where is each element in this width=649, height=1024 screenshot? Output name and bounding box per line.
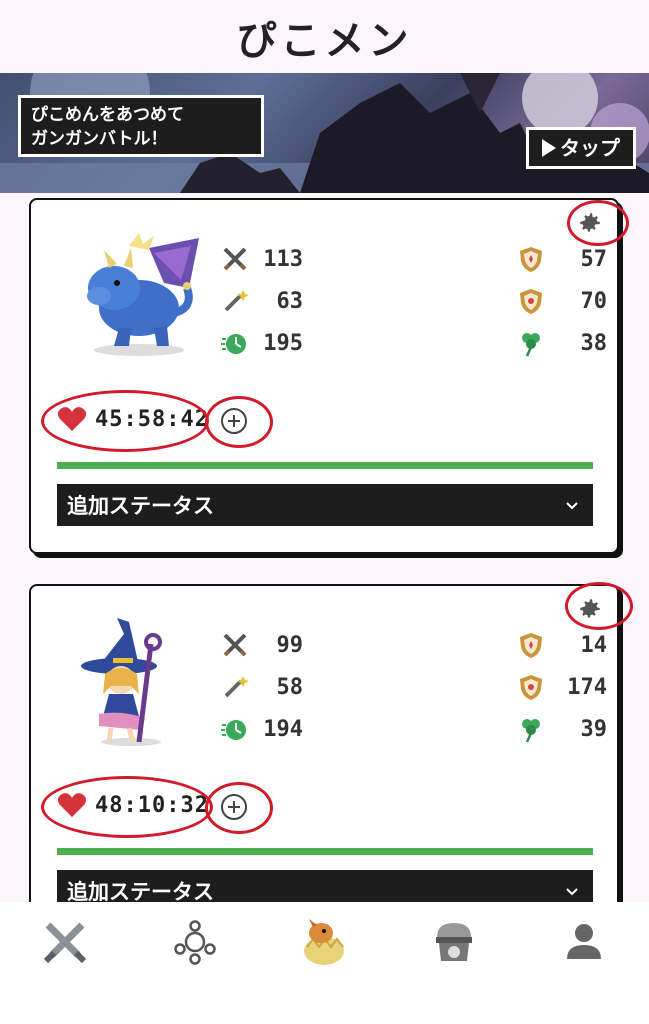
magic-wand-icon bbox=[224, 290, 249, 312]
stat-value: 39 bbox=[580, 716, 608, 742]
tap-button[interactable]: タップ bbox=[526, 127, 636, 169]
speed-icon bbox=[221, 720, 246, 740]
stat-value: 58 bbox=[276, 674, 304, 700]
stat-value: 194 bbox=[263, 716, 303, 742]
add-hp-button[interactable] bbox=[221, 794, 247, 820]
gear-icon[interactable] bbox=[577, 596, 603, 622]
magic-wand-icon bbox=[224, 676, 249, 698]
extra-status-dropdown[interactable]: 追加ステータス bbox=[57, 484, 593, 526]
bottom-nav bbox=[0, 902, 649, 1024]
magic-shield-icon bbox=[520, 289, 542, 314]
nav-monster[interactable] bbox=[294, 912, 354, 972]
stat-speed: 195 bbox=[221, 322, 303, 364]
stat-luck: 39 bbox=[517, 708, 607, 750]
clover-icon bbox=[522, 719, 540, 743]
add-hp-button[interactable] bbox=[221, 408, 247, 434]
app-title: ぴこメン bbox=[236, 18, 413, 64]
banner-line-1: ぴこめんをあつめて bbox=[31, 105, 184, 125]
hp-time-text: 48:10:32 bbox=[95, 792, 209, 818]
banner-message: ぴこめんをあつめて ガンガンバトル！ bbox=[18, 95, 264, 157]
hp-timer: 48:10:32 bbox=[57, 792, 209, 818]
stat-value: 38 bbox=[580, 330, 608, 356]
sword-icon bbox=[223, 247, 247, 271]
chevron-down-icon bbox=[566, 502, 578, 510]
hp-timer: 45:58:42 bbox=[57, 406, 209, 432]
party-nav-icon bbox=[173, 920, 216, 965]
profile-nav-icon bbox=[567, 924, 602, 959]
stat-value: 14 bbox=[580, 632, 608, 658]
clover-icon bbox=[522, 333, 540, 357]
heart-icon bbox=[57, 793, 87, 817]
shield-icon bbox=[520, 247, 542, 272]
stat-value: 57 bbox=[580, 246, 608, 272]
defense-stats: 14 174 39 bbox=[517, 624, 607, 750]
monster-nav-icon bbox=[304, 919, 345, 965]
stat-defense: 57 bbox=[517, 238, 607, 280]
stat-magic: 63 bbox=[221, 280, 303, 322]
stat-luck: 38 bbox=[517, 322, 607, 364]
witch-avatar bbox=[81, 618, 162, 746]
stat-value: 99 bbox=[276, 632, 304, 658]
stat-magic-defense: 174 bbox=[517, 666, 607, 708]
nav-gacha[interactable] bbox=[424, 912, 484, 972]
tap-label: タップ bbox=[560, 136, 620, 160]
stat-value: 63 bbox=[276, 288, 304, 314]
stat-attack: 113 bbox=[221, 238, 303, 280]
stat-magic: 58 bbox=[221, 666, 303, 708]
plus-icon bbox=[228, 801, 240, 813]
attack-stats: 113 63 195 bbox=[221, 238, 303, 364]
gacha-nav-icon bbox=[436, 923, 473, 961]
stat-value: 113 bbox=[263, 246, 303, 272]
stat-magic-defense: 70 bbox=[517, 280, 607, 322]
magic-shield-icon bbox=[520, 675, 542, 700]
stat-value: 195 bbox=[263, 330, 303, 356]
sword-icon bbox=[223, 633, 247, 657]
chevron-down-icon bbox=[566, 888, 578, 896]
heart-icon bbox=[57, 407, 87, 431]
defense-stats: 57 70 38 bbox=[517, 238, 607, 364]
nav-party[interactable] bbox=[165, 912, 225, 972]
nav-battle[interactable] bbox=[35, 912, 95, 972]
speed-icon bbox=[221, 334, 246, 354]
battle-nav-icon bbox=[43, 922, 87, 964]
dragon-avatar bbox=[87, 233, 199, 356]
play-icon bbox=[542, 139, 556, 157]
stat-value: 70 bbox=[580, 288, 608, 314]
stat-attack: 99 bbox=[221, 624, 303, 666]
hp-bar bbox=[57, 462, 593, 469]
attack-stats: 99 58 194 bbox=[221, 624, 303, 750]
hp-bar bbox=[57, 848, 593, 855]
stat-value: 174 bbox=[567, 674, 607, 700]
banner-line-2: ガンガンバトル！ bbox=[31, 129, 168, 149]
plus-icon bbox=[228, 415, 240, 427]
gear-icon[interactable] bbox=[577, 210, 603, 236]
extra-status-label: 追加ステータス bbox=[67, 494, 214, 518]
stat-speed: 194 bbox=[221, 708, 303, 750]
hp-time-text: 45:58:42 bbox=[95, 406, 209, 432]
stat-defense: 14 bbox=[517, 624, 607, 666]
nav-profile[interactable] bbox=[554, 912, 614, 972]
shield-icon bbox=[520, 633, 542, 658]
character-card: 113 63 195 57 70 38 45:58:42 追加ステータス bbox=[29, 198, 629, 554]
